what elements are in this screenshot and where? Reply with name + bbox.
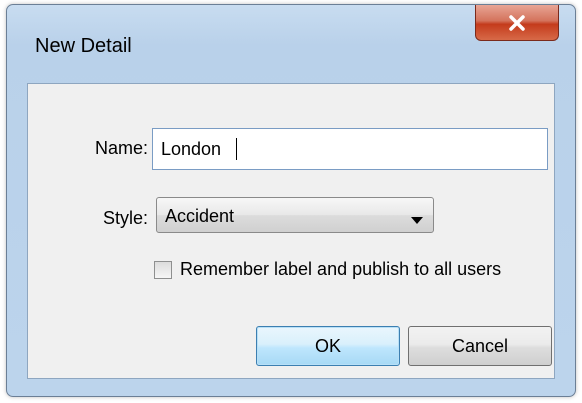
dialog-body: Name: Style: Accident Remember label and… [27, 83, 555, 379]
close-button[interactable] [475, 5, 559, 41]
remember-checkbox[interactable] [154, 261, 172, 279]
name-label: Name: [94, 138, 148, 158]
dialog-window: New Detail Name: Style: Accident [6, 4, 576, 397]
title-bar[interactable]: New Detail [7, 5, 575, 75]
text-caret [236, 138, 237, 160]
name-input[interactable] [152, 128, 548, 170]
dialog-title: New Detail [35, 35, 132, 57]
chevron-down-icon [411, 212, 423, 230]
remember-label: Remember label and publish to all users [180, 259, 502, 279]
close-icon [508, 14, 526, 31]
style-selected-value: Accident [165, 206, 235, 226]
style-label: Style: [102, 208, 148, 228]
ok-button[interactable]: OK [256, 326, 400, 366]
style-dropdown[interactable]: Accident [156, 197, 434, 233]
cancel-button[interactable]: Cancel [408, 326, 552, 366]
